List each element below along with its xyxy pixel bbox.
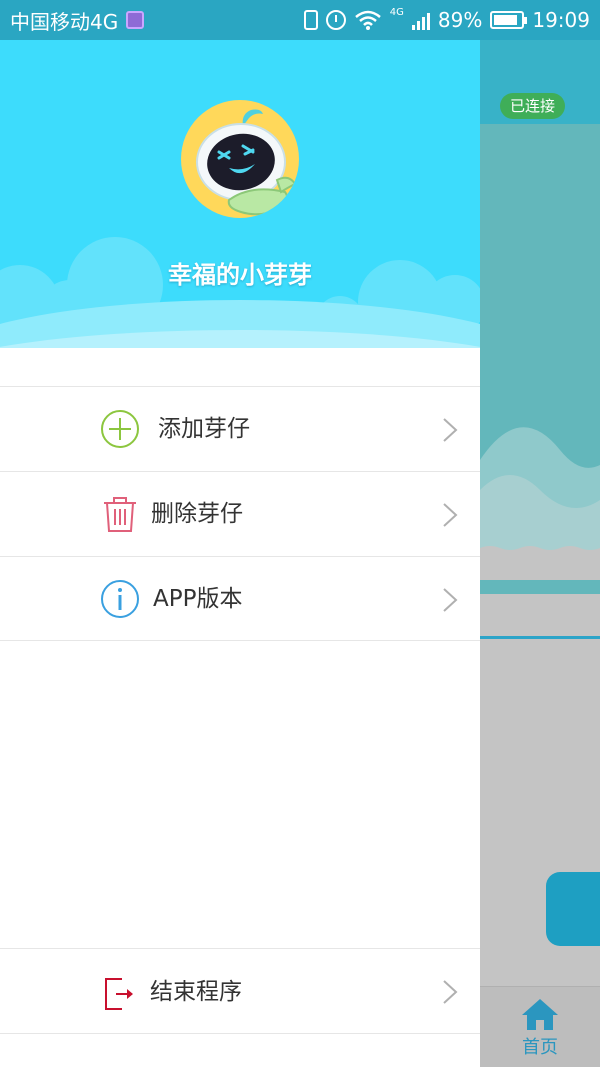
network-type-label: 4G — [389, 6, 404, 18]
background-header: 已连接 — [480, 40, 600, 124]
battery-percent: 89% — [437, 8, 483, 32]
chevron-right-icon — [443, 503, 458, 527]
menu-item-version[interactable]: APP版本 — [0, 556, 480, 641]
robot-mascot-icon — [196, 109, 297, 216]
status-left: 中国移动4G — [10, 6, 145, 35]
clock: 19:09 — [532, 8, 590, 32]
username-label: 幸福的小芽芽 — [168, 261, 312, 289]
connection-status-badge: 已连接 — [500, 93, 566, 119]
info-icon — [101, 580, 139, 618]
home-icon — [522, 999, 558, 1030]
menu-item-add-label: 添加芽仔 — [158, 416, 250, 442]
carrier-label: 中国移动4G — [10, 9, 119, 34]
background-divider — [480, 636, 600, 639]
navigation-drawer: 幸福的小芽芽 添加芽仔 删除芽仔 APP版本 结束程序 — [0, 40, 480, 1067]
exit-icon — [105, 978, 133, 1010]
menu-item-version-label: APP版本 — [153, 586, 243, 612]
signal-icon — [411, 10, 430, 30]
add-circle-icon — [101, 410, 139, 448]
menu-item-add[interactable]: 添加芽仔 — [0, 386, 480, 471]
drawer-header: 幸福的小芽芽 — [0, 40, 480, 348]
bottom-tab-bar: 首页 — [480, 986, 600, 1067]
chevron-right-icon — [443, 588, 458, 612]
tab-home[interactable]: 首页 — [516, 997, 564, 1059]
alarm-icon — [325, 10, 346, 30]
background-action-button[interactable] — [546, 872, 600, 946]
chevron-right-icon — [443, 980, 458, 1004]
status-right: 4G 89% 19:09 — [303, 6, 590, 32]
background-wave — [480, 427, 600, 580]
trash-icon — [104, 497, 136, 532]
vibrate-icon — [303, 10, 318, 30]
tab-home-label: 首页 — [522, 1037, 558, 1058]
menu-item-exit-label: 结束程序 — [150, 979, 242, 1005]
background-app: 已连接 首页 — [480, 40, 600, 1067]
avatar[interactable] — [181, 100, 299, 218]
menu-item-delete[interactable]: 删除芽仔 — [0, 471, 480, 556]
menu-item-delete-label: 删除芽仔 — [151, 501, 243, 527]
chevron-right-icon — [443, 418, 458, 442]
battery-icon — [490, 11, 528, 29]
drawer-menu: 添加芽仔 删除芽仔 APP版本 — [0, 386, 480, 641]
status-bar: 中国移动4G 4G 89% 19:09 — [0, 0, 600, 40]
image-notification-icon — [126, 11, 145, 29]
menu-item-exit[interactable]: 结束程序 — [0, 948, 480, 1034]
wifi-icon — [354, 10, 381, 30]
